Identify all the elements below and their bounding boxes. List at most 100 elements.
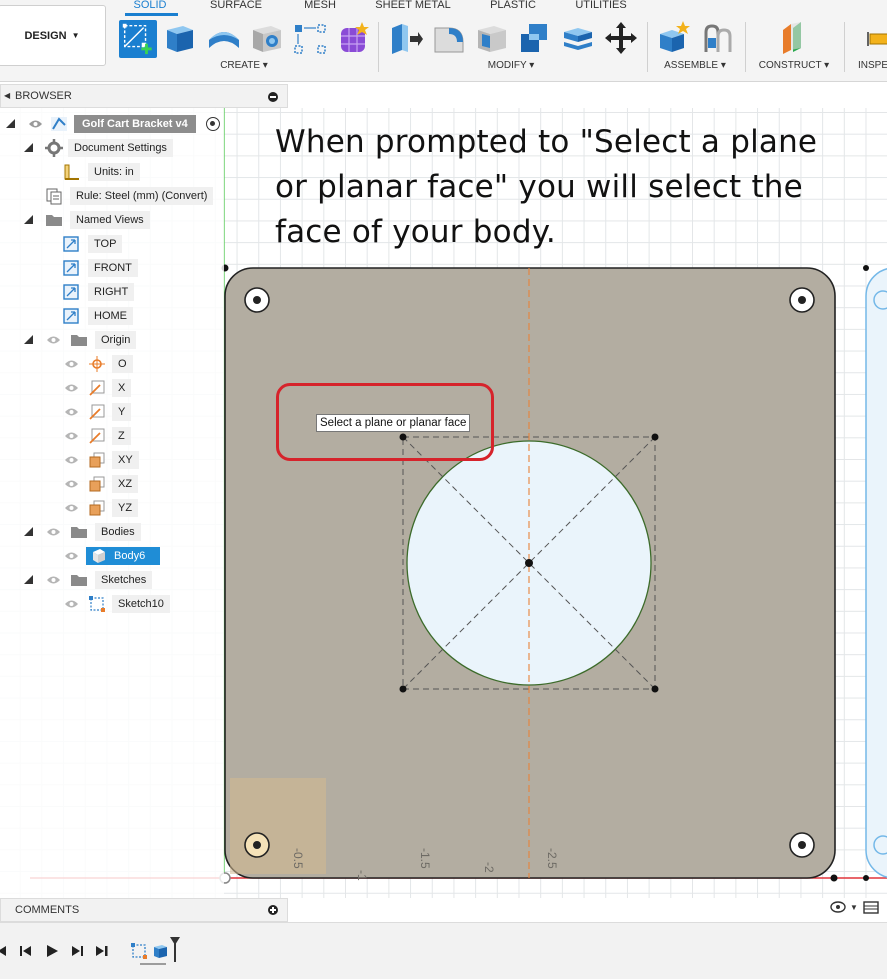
rule-label[interactable]: Rule: Steel (mm) (Convert) — [70, 187, 214, 205]
timeline-extrude-icon[interactable] — [152, 942, 170, 960]
extrude-icon[interactable] — [163, 20, 199, 56]
expand-icon[interactable] — [24, 527, 33, 536]
tab-plastic[interactable]: PLASTIC — [490, 0, 536, 11]
eye-icon[interactable] — [46, 335, 61, 345]
tree-sketch-item[interactable]: Sketch10 — [0, 595, 224, 615]
create-menu[interactable]: CREATE ▾ — [220, 60, 268, 71]
root-component-label[interactable]: Golf Cart Bracket v4 — [74, 115, 196, 133]
eye-icon[interactable] — [46, 527, 61, 537]
minimize-icon[interactable] — [268, 92, 278, 102]
tab-mesh[interactable]: MESH — [304, 0, 336, 11]
expand-icon[interactable] — [6, 119, 15, 128]
fillet-icon[interactable] — [431, 20, 467, 56]
bodies-label[interactable]: Bodies — [95, 523, 141, 541]
measure-icon[interactable] — [866, 20, 887, 56]
view-label[interactable]: FRONT — [88, 259, 138, 277]
assemble-menu[interactable]: ASSEMBLE ▾ — [664, 60, 726, 71]
eye-icon[interactable] — [64, 479, 79, 489]
tree-rule[interactable]: Rule: Steel (mm) (Convert) — [0, 187, 224, 207]
eye-icon[interactable] — [64, 383, 79, 393]
pattern-icon[interactable] — [292, 20, 328, 56]
timeline-sketch-icon[interactable] — [130, 942, 147, 960]
named-views-label[interactable]: Named Views — [70, 211, 150, 229]
tree-view-item[interactable]: RIGHT — [0, 283, 224, 303]
expand-icon[interactable] — [24, 215, 33, 224]
tree-origin-item[interactable]: X — [0, 379, 224, 399]
eye-icon[interactable] — [64, 407, 79, 417]
tree-document-settings[interactable]: Document Settings — [0, 139, 224, 159]
origin-item-label[interactable]: Z — [112, 427, 131, 445]
eye-icon[interactable] — [28, 119, 43, 129]
tab-utilities[interactable]: UTILITIES — [575, 0, 626, 11]
sketches-label[interactable]: Sketches — [95, 571, 153, 589]
view-label[interactable]: RIGHT — [88, 283, 135, 301]
tree-named-views[interactable]: Named Views — [0, 211, 224, 231]
new-component-icon[interactable] — [656, 20, 692, 56]
joint-icon[interactable] — [700, 20, 736, 56]
tree-body-item[interactable]: Body6 — [0, 547, 224, 567]
eye-icon[interactable] — [64, 551, 79, 561]
tree-origin-item[interactable]: O — [0, 355, 224, 375]
chevron-down-icon[interactable]: ▼ — [850, 903, 858, 912]
construct-menu[interactable]: CONSTRUCT ▾ — [759, 60, 829, 71]
tree-origin-item[interactable]: Y — [0, 403, 224, 423]
tree-origin-item[interactable]: XY — [0, 451, 224, 471]
combine-icon[interactable] — [517, 20, 553, 56]
hole-icon[interactable] — [249, 20, 285, 56]
form-icon[interactable] — [335, 20, 371, 56]
modify-menu[interactable]: MODIFY ▾ — [488, 60, 535, 71]
tree-view-item[interactable]: FRONT — [0, 259, 224, 279]
document-settings-label[interactable]: Document Settings — [68, 139, 173, 157]
eye-icon[interactable] — [64, 599, 79, 609]
create-sketch-icon[interactable] — [119, 20, 157, 58]
offset-face-icon[interactable] — [560, 20, 596, 56]
eye-icon[interactable] — [64, 455, 79, 465]
expand-icon[interactable] — [24, 575, 33, 584]
activate-icon[interactable] — [206, 117, 220, 131]
origin-label[interactable]: Origin — [95, 331, 137, 349]
origin-item-label[interactable]: XZ — [112, 475, 139, 493]
units-label[interactable]: Units: in — [88, 163, 140, 181]
tree-origin-item[interactable]: Z — [0, 427, 224, 447]
add-comment-icon[interactable] — [268, 905, 278, 915]
tree-root[interactable]: Golf Cart Bracket v4 — [0, 115, 224, 135]
move-icon[interactable] — [603, 20, 639, 56]
step-back-icon[interactable] — [17, 942, 35, 960]
tree-view-item[interactable]: TOP — [0, 235, 224, 255]
view-label[interactable]: TOP — [88, 235, 123, 253]
inspect-menu[interactable]: INSPE — [858, 60, 887, 71]
browser-header[interactable]: ◀ BROWSER — [0, 84, 288, 108]
expand-icon[interactable] — [24, 335, 33, 344]
tree-sketches[interactable]: Sketches — [0, 571, 224, 591]
display-settings-icon[interactable] — [862, 899, 880, 915]
offset-plane-icon[interactable] — [777, 20, 813, 56]
eye-icon[interactable] — [64, 359, 79, 369]
tab-surface[interactable]: SURFACE — [210, 0, 262, 11]
collapse-icon[interactable]: ◀ — [4, 91, 10, 100]
expand-icon[interactable] — [24, 143, 33, 152]
origin-item-label[interactable]: X — [112, 379, 132, 397]
go-to-start-icon[interactable] — [0, 942, 12, 960]
tree-bodies[interactable]: Bodies — [0, 523, 224, 543]
comments-panel[interactable]: COMMENTS — [0, 898, 288, 922]
tree-origin-item[interactable]: YZ — [0, 499, 224, 519]
tree-units[interactable]: Units: in — [0, 163, 224, 183]
tree-view-item[interactable]: HOME — [0, 307, 224, 327]
origin-item-label[interactable]: O — [112, 355, 133, 373]
sketch-label[interactable]: Sketch10 — [112, 595, 170, 613]
go-to-end-icon[interactable] — [93, 942, 111, 960]
eye-icon[interactable] — [46, 575, 61, 585]
orbit-icon[interactable] — [829, 900, 847, 914]
tree-origin[interactable]: Origin — [0, 331, 224, 351]
tab-sheet-metal[interactable]: SHEET METAL — [375, 0, 450, 11]
origin-item-label[interactable]: Y — [112, 403, 132, 421]
eye-icon[interactable] — [64, 431, 79, 441]
eye-icon[interactable] — [64, 503, 79, 513]
shell-icon[interactable] — [474, 20, 510, 56]
tree-origin-item[interactable]: XZ — [0, 475, 224, 495]
step-forward-icon[interactable] — [68, 942, 86, 960]
revolve-icon[interactable] — [206, 20, 242, 56]
press-pull-icon[interactable] — [388, 20, 424, 56]
origin-item-label[interactable]: XY — [112, 451, 139, 469]
view-label[interactable]: HOME — [88, 307, 133, 325]
